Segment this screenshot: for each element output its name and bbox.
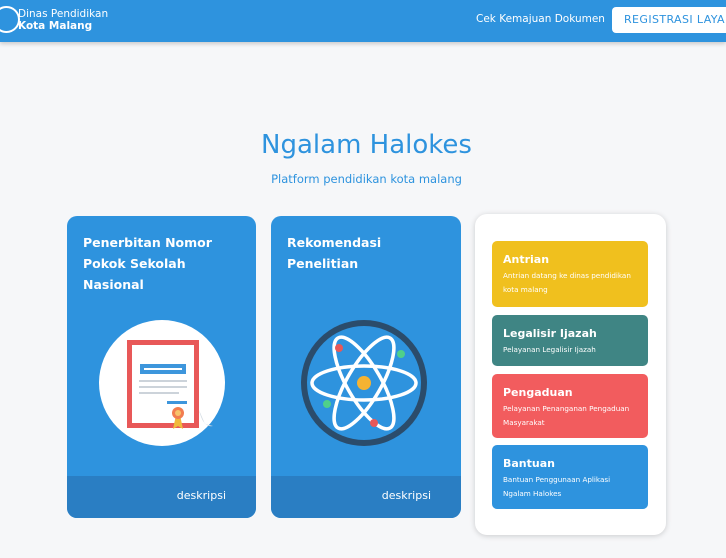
layanan-panel: Antrian Antrian datang ke dinas pendidik…: [475, 214, 666, 535]
brand-line-2: Kota Malang: [18, 20, 93, 32]
page-title: Ngalam Halokes: [261, 130, 472, 160]
pengaduan-button[interactable]: Pengaduan Pelayanan Penanganan Pengaduan…: [492, 374, 648, 438]
antrian-button[interactable]: Antrian Antrian datang ke dinas pendidik…: [492, 241, 648, 307]
card-title: Penerbitan Nomor Pokok Sekolah Nasional: [83, 235, 212, 292]
logo-icon[interactable]: [0, 6, 20, 33]
top-navbar: Dinas Pendidikan Kota Malang Cek Kemajua…: [0, 0, 726, 42]
card-footer[interactable]: deskripsi: [271, 476, 461, 518]
page-subtitle: Platform pendidikan kota malang: [271, 172, 462, 186]
registrasi-layanan-button[interactable]: REGISTRASI LAYANAN: [612, 7, 726, 33]
npsn-card[interactable]: Penerbitan Nomor Pokok Sekolah Nasional …: [67, 216, 256, 518]
service-title: Pengaduan: [503, 386, 573, 399]
deskripsi-link[interactable]: deskripsi: [382, 489, 431, 502]
cek-kemajuan-dokumen-link[interactable]: Cek Kemajuan Dokumen: [476, 13, 605, 25]
service-title: Legalisir Ijazah: [503, 327, 597, 340]
deskripsi-link[interactable]: deskripsi: [177, 489, 226, 502]
card-title: Rekomendasi Penelitian: [287, 235, 382, 271]
service-title: Antrian: [503, 253, 550, 266]
atom-icon: [301, 320, 427, 446]
brand-line-1: Dinas Pendidikan: [18, 8, 109, 20]
service-title: Bantuan: [503, 457, 555, 470]
service-description: Pelayanan Penanganan Pengaduan Masyaraka…: [503, 404, 630, 427]
service-description: Pelayanan Legalisir Ijazah: [503, 345, 596, 354]
card-footer[interactable]: deskripsi: [67, 476, 256, 518]
legalisir-ijazah-button[interactable]: Legalisir Ijazah Pelayanan Legalisir Ija…: [492, 315, 648, 366]
bantuan-button[interactable]: Bantuan Bantuan Penggunaan Aplikasi Ngal…: [492, 445, 648, 509]
service-description: Antrian datang ke dinas pendidikan kota …: [503, 271, 631, 294]
brand-name[interactable]: Dinas Pendidikan Kota Malang: [18, 8, 108, 32]
service-description: Bantuan Penggunaan Aplikasi Ngalam Halok…: [503, 475, 611, 498]
certificate-icon: [99, 320, 225, 446]
rekomendasi-penelitian-card[interactable]: Rekomendasi Penelitian deskripsi: [271, 216, 461, 518]
